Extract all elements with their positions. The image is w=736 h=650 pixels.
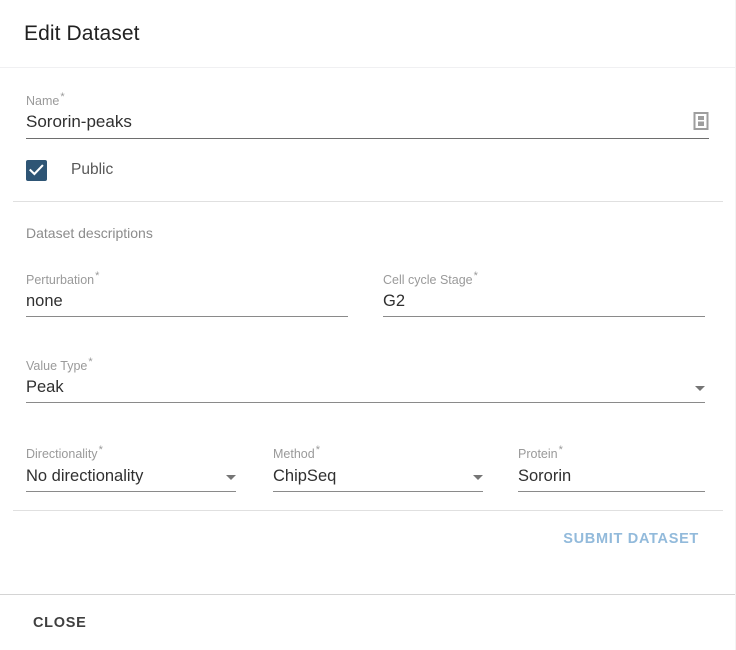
perturbation-required-asterisk: * xyxy=(95,270,99,282)
perturbation-input[interactable]: none xyxy=(26,291,348,311)
dialog-body: Name* Sororin-peaks Public xyxy=(0,68,736,594)
name-field-label-text: Name xyxy=(26,94,59,108)
protein-input[interactable]: Sororin xyxy=(518,466,705,486)
directionality-required-asterisk: * xyxy=(99,444,103,456)
cell-cycle-stage-input[interactable]: G2 xyxy=(383,291,705,311)
row-value-type: Value Type* Peak xyxy=(13,317,723,403)
cell-cycle-stage-label: Cell cycle Stage* xyxy=(383,269,705,287)
value-type-label: Value Type* xyxy=(26,355,705,373)
method-label: Method* xyxy=(273,443,483,461)
name-field-control[interactable]: Sororin-peaks xyxy=(26,112,709,139)
row-directionality-method-protein: Directionality* No directionality Method… xyxy=(13,403,723,491)
protein-label: Protein* xyxy=(518,443,705,461)
public-checkbox[interactable] xyxy=(26,160,47,181)
chevron-down-icon[interactable] xyxy=(226,475,236,480)
dialog-header: Edit Dataset xyxy=(0,0,736,68)
perturbation-field[interactable]: Perturbation* none xyxy=(26,249,348,317)
name-required-asterisk: * xyxy=(60,91,64,103)
directionality-control[interactable]: No directionality xyxy=(26,466,236,492)
method-field[interactable]: Method* ChipSeq xyxy=(273,423,483,491)
directionality-field[interactable]: Directionality* No directionality xyxy=(26,423,236,491)
chevron-down-icon[interactable] xyxy=(473,475,483,480)
check-icon xyxy=(29,164,44,176)
page-title: Edit Dataset xyxy=(24,22,140,46)
name-input[interactable]: Sororin-peaks xyxy=(26,112,693,132)
chevron-down-icon[interactable] xyxy=(695,386,705,391)
image-placeholder-icon[interactable] xyxy=(693,112,709,130)
name-field-label: Name* xyxy=(26,90,709,108)
protein-label-text: Protein xyxy=(518,448,558,462)
public-checkbox-row[interactable]: Public xyxy=(13,139,723,201)
protein-required-asterisk: * xyxy=(559,444,563,456)
value-type-control[interactable]: Peak xyxy=(26,377,705,403)
row-perturbation-cellcycle: Perturbation* none Cell cycle Stage* G2 xyxy=(13,243,723,317)
perturbation-label: Perturbation* xyxy=(26,269,348,287)
protein-field[interactable]: Protein* Sororin xyxy=(518,423,705,491)
value-type-label-text: Value Type xyxy=(26,359,87,373)
dialog-footer: CLOSE xyxy=(0,594,736,650)
submit-area: SUBMIT DATASET xyxy=(13,492,723,553)
cell-cycle-stage-label-text: Cell cycle Stage xyxy=(383,273,473,287)
method-select[interactable]: ChipSeq xyxy=(273,466,467,486)
cell-cycle-stage-control[interactable]: G2 xyxy=(383,291,705,317)
value-type-select[interactable]: Peak xyxy=(26,377,689,397)
value-type-required-asterisk: * xyxy=(88,356,92,368)
method-label-text: Method xyxy=(273,448,315,462)
submit-dataset-button[interactable]: SUBMIT DATASET xyxy=(555,525,707,553)
protein-control[interactable]: Sororin xyxy=(518,466,705,492)
public-checkbox-label: Public xyxy=(71,161,113,179)
submit-row: SUBMIT DATASET xyxy=(13,511,723,553)
method-control[interactable]: ChipSeq xyxy=(273,466,483,492)
cell-cycle-stage-field[interactable]: Cell cycle Stage* G2 xyxy=(383,249,705,317)
value-type-field[interactable]: Value Type* Peak xyxy=(26,335,705,403)
directionality-label-text: Directionality xyxy=(26,448,98,462)
edit-dataset-dialog: Edit Dataset Name* Sororin-peaks xyxy=(0,0,736,650)
dataset-descriptions-title: Dataset descriptions xyxy=(13,202,723,243)
close-button[interactable]: CLOSE xyxy=(20,607,99,639)
method-required-asterisk: * xyxy=(316,444,320,456)
perturbation-label-text: Perturbation xyxy=(26,273,94,287)
name-field[interactable]: Name* Sororin-peaks xyxy=(13,68,723,139)
directionality-select[interactable]: No directionality xyxy=(26,466,220,486)
perturbation-control[interactable]: none xyxy=(26,291,348,317)
cell-cycle-stage-required-asterisk: * xyxy=(474,270,478,282)
directionality-label: Directionality* xyxy=(26,443,236,461)
